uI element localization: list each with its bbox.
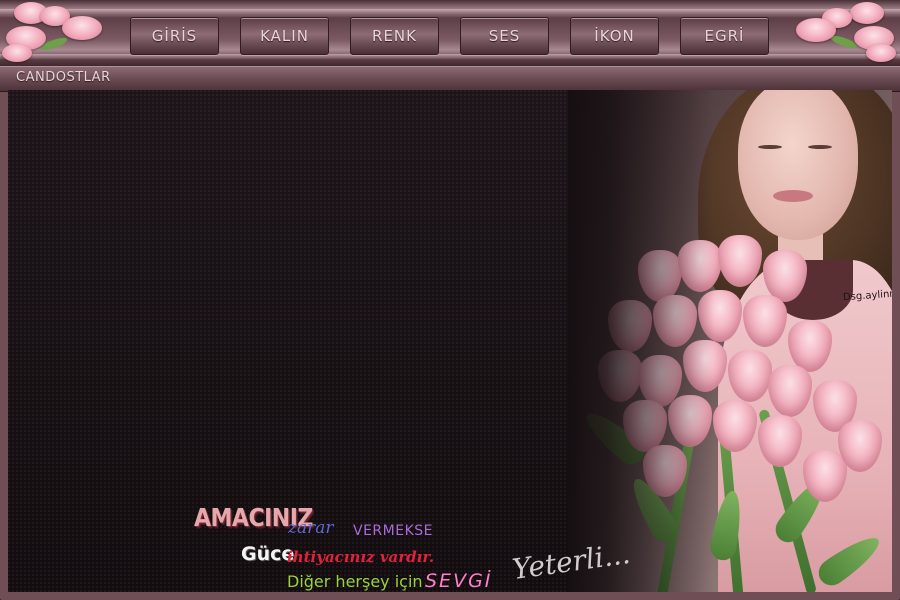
main-content-area: Dsg.aylinnnn: [8, 90, 892, 592]
quote-word-sevgi: SEVGİ: [425, 570, 493, 592]
nav-button-renk[interactable]: RENK: [350, 17, 439, 55]
nav-menu: GİRİS KALIN RENK SES İKON EGRİ: [130, 17, 769, 55]
top-navigation-bar: GİRİS KALIN RENK SES İKON EGRİ: [0, 0, 900, 67]
quote-phrase-diger: Diğer herşey için: [287, 572, 423, 591]
corner-flowers-right-icon: [790, 0, 900, 66]
woman-with-tulips-photo: Dsg.aylinnnn: [568, 90, 892, 592]
site-name-link[interactable]: CANDOSTLAR: [16, 70, 111, 85]
nav-button-egri[interactable]: EGRİ: [680, 17, 769, 55]
quote-word-vermekse: VERMEKSE: [353, 523, 433, 539]
site-header-bar: CANDOSTLAR: [0, 66, 900, 92]
nav-button-ikon[interactable]: İKON: [570, 17, 659, 55]
nav-button-ses[interactable]: SES: [460, 17, 549, 55]
nav-button-giris[interactable]: GİRİS: [130, 17, 219, 55]
quote-phrase-ihtiyaciniz: ihtiyacınız vardır.: [287, 548, 435, 566]
corner-flowers-left-icon: [0, 0, 110, 66]
nav-button-kalin[interactable]: KALIN: [240, 17, 329, 55]
nav-rail-top: [0, 9, 900, 15]
quote-word-zarar: zarar: [288, 518, 334, 538]
